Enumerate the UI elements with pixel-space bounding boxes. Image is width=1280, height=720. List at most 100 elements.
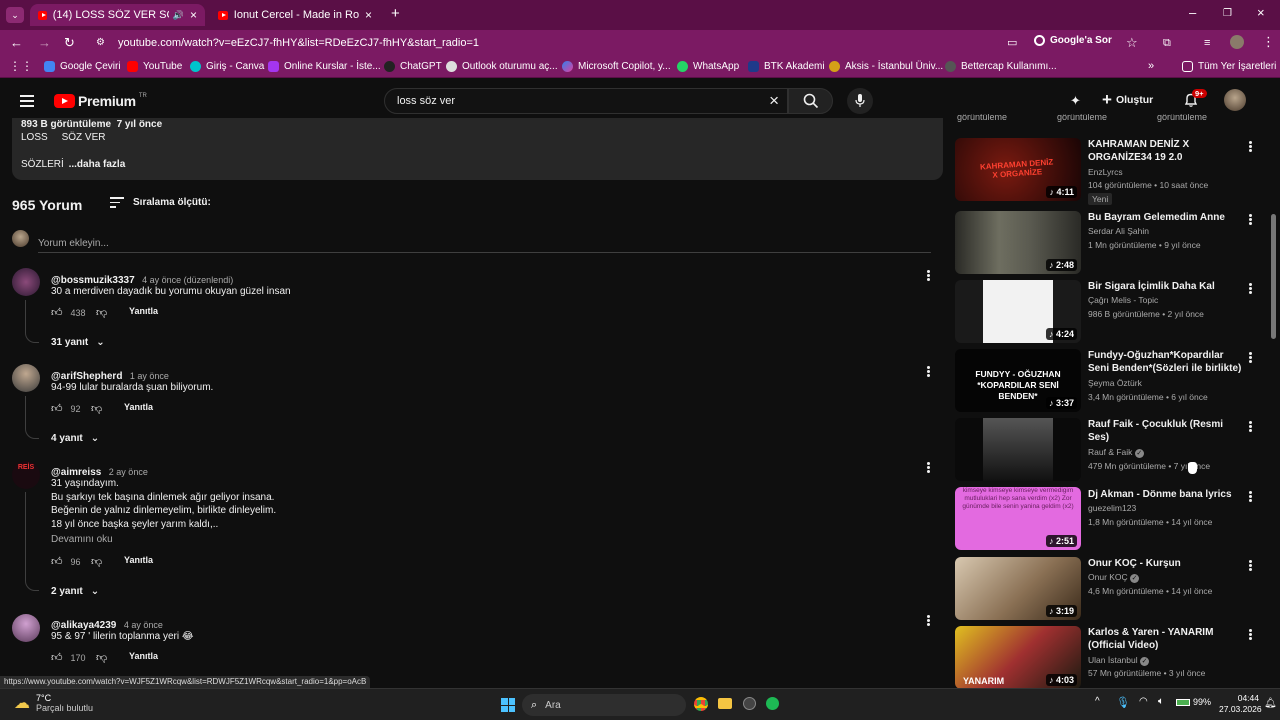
weather-widget[interactable]: ☁ 7°C Parçalı bulutlu xyxy=(14,693,93,713)
video-title[interactable]: Dj Akman - Dönme bana lyrics xyxy=(1088,488,1243,501)
microphone-icon[interactable]: 🎙︎ xyxy=(1116,696,1130,709)
video-more-icon[interactable] xyxy=(1249,282,1253,295)
apps-grid-icon[interactable]: ⋮⋮ xyxy=(9,59,33,73)
account-avatar[interactable] xyxy=(1224,89,1246,111)
video-channel[interactable]: Serdar Ali Şahin xyxy=(1088,226,1149,236)
spotify-icon[interactable] xyxy=(766,697,779,710)
close-tab-icon[interactable]: × xyxy=(365,8,372,22)
video-thumbnail[interactable]: kimseye kimseye kimseye vermedigim mutlu… xyxy=(955,487,1081,550)
bookmark-youtube[interactable]: YouTube xyxy=(127,61,182,72)
bookmark-aksis[interactable]: Aksis - İstanbul Üniv... xyxy=(829,61,943,72)
bookmark-bettercap[interactable]: Bettercap Kullanımı... xyxy=(945,61,1057,72)
reply-button[interactable]: Yanıtla xyxy=(124,402,153,412)
like-button[interactable]: 👍︎ 170 xyxy=(51,651,86,664)
show-hidden-icons[interactable]: ^ xyxy=(1095,696,1100,707)
sort-comments-button[interactable]: Sıralama ölçütü: xyxy=(110,197,211,208)
comment-more-icon[interactable] xyxy=(927,614,931,627)
bookmark-outlook[interactable]: Outlook oturumu aç... xyxy=(446,61,558,72)
dislike-button[interactable]: 👎︎ xyxy=(96,651,107,664)
replies-toggle[interactable]: 4 yanıt ⌄ xyxy=(51,433,99,444)
comment-time[interactable]: 2 ay önce xyxy=(109,467,148,477)
video-channel[interactable]: Şeyma Öztürk xyxy=(1088,378,1142,388)
notifications-button[interactable]: 9+ xyxy=(1183,89,1207,110)
like-button[interactable]: 👍︎ 92 xyxy=(51,402,81,415)
wifi-icon[interactable]: ◠ xyxy=(1139,696,1148,707)
chrome-taskbar-icon[interactable] xyxy=(694,697,708,711)
video-title[interactable]: Fundyy-Oğuzhan*Kopardılar Seni Benden*(S… xyxy=(1088,349,1243,375)
comment-time[interactable]: 4 ay önce xyxy=(124,620,163,630)
taskbar-search[interactable]: ⌕ Ara xyxy=(522,694,686,716)
video-channel[interactable]: Onur KOÇ ✓ xyxy=(1088,572,1140,583)
speaker-icon[interactable]: 🔊 xyxy=(173,10,184,21)
notification-center-icon[interactable]: 🔔︎ xyxy=(1264,698,1277,709)
bookmark-copilot[interactable]: Microsoft Copilot, y... xyxy=(562,61,671,72)
url-field[interactable]: youtube.com/watch?v=eEzCJ7-fhHY&list=RDe… xyxy=(118,37,479,49)
all-bookmarks-folder[interactable]: Tüm Yer İşaretleri xyxy=(1182,61,1276,72)
video-channel[interactable]: Çağrı Melis - Topic xyxy=(1088,295,1158,305)
video-title[interactable]: Bu Bayram Gelemedim Anne xyxy=(1088,211,1243,224)
close-window-icon[interactable]: × xyxy=(1257,6,1265,20)
video-channel[interactable]: guezelim123 xyxy=(1088,503,1136,513)
create-button[interactable]: + Oluştur xyxy=(1102,91,1153,108)
youtube-premium-logo[interactable]: Premium TR xyxy=(54,93,147,109)
tab-loss-soz-ver[interactable]: (14) LOSS SÖZ VER SÖZLERİ 🔊 × xyxy=(30,4,205,26)
clock[interactable]: 04:44 27.03.2026 xyxy=(1219,693,1262,715)
tab-ionut-cercel[interactable]: Ionut Cercel - Made in Romania × xyxy=(210,4,380,26)
video-more-icon[interactable] xyxy=(1249,420,1253,433)
back-icon[interactable]: ← xyxy=(10,36,23,50)
video-channel[interactable]: Ulan İstanbul ✓ xyxy=(1088,655,1149,666)
read-more-link[interactable]: Devamını oku xyxy=(51,534,113,545)
video-thumbnail[interactable]: KAHRAMAN DENİZ X ORGANİZE ♪ 4:11 xyxy=(955,138,1081,201)
extensions-icon[interactable]: ⧉ xyxy=(1163,36,1171,50)
reply-button[interactable]: Yanıtla xyxy=(129,651,158,661)
video-more-icon[interactable] xyxy=(1249,213,1253,226)
close-tab-icon[interactable]: × xyxy=(190,8,197,22)
replies-toggle[interactable]: 2 yanıt ⌄ xyxy=(51,586,99,597)
scrollbar-thumb[interactable] xyxy=(1271,214,1276,339)
volume-icon[interactable]: 🔈︎ xyxy=(1158,696,1164,707)
video-thumbnail[interactable]: FUNDYY - OĞUZHAN *KOPARDILAR SENİ BENDEN… xyxy=(955,349,1081,412)
gemini-icon[interactable]: ✦ xyxy=(1070,93,1086,108)
video-title[interactable]: Bir Sigara İçimlik Daha Kal xyxy=(1088,280,1243,293)
page-scrollbar[interactable] xyxy=(1270,84,1278,684)
start-button[interactable] xyxy=(501,698,515,712)
reply-button[interactable]: Yanıtla xyxy=(124,555,153,565)
dislike-button[interactable]: 👎︎ xyxy=(91,555,102,568)
bookmark-whatsapp[interactable]: WhatsApp xyxy=(677,61,739,72)
video-thumbnail[interactable]: ♪ 4:24 xyxy=(955,280,1081,343)
comment-more-icon[interactable] xyxy=(927,461,931,474)
tab-search-button[interactable]: ⌄ xyxy=(6,7,24,23)
site-settings-icon[interactable]: ⚙ xyxy=(96,36,105,50)
voice-search-button[interactable] xyxy=(847,88,873,114)
search-input[interactable]: loss söz ver × xyxy=(384,88,788,114)
app-icon[interactable] xyxy=(743,697,756,710)
bookmark-online-kurslar[interactable]: Online Kurslar - İste... xyxy=(268,61,381,72)
add-comment-input[interactable]: Yorum ekleyin... xyxy=(38,233,931,253)
browser-menu-icon[interactable]: ⋮ xyxy=(1262,35,1275,49)
dislike-button[interactable]: 👎︎ xyxy=(91,402,102,415)
clear-search-icon[interactable]: × xyxy=(769,91,779,111)
restore-icon[interactable]: ❐ xyxy=(1223,7,1232,21)
more-bookmarks-icon[interactable]: » xyxy=(1148,59,1154,73)
new-tab-icon[interactable]: + xyxy=(391,6,400,21)
comment-more-icon[interactable] xyxy=(927,269,931,282)
avatar[interactable] xyxy=(12,614,40,642)
forward-icon[interactable]: → xyxy=(38,36,51,50)
video-thumbnail[interactable]: ♪ 2:48 xyxy=(955,211,1081,274)
video-more-icon[interactable] xyxy=(1249,490,1253,503)
video-more-icon[interactable] xyxy=(1249,628,1253,641)
bookmark-canva[interactable]: Giriş - Canva xyxy=(190,61,264,72)
minimize-icon[interactable]: – xyxy=(1189,6,1196,20)
avatar[interactable] xyxy=(12,364,40,392)
comment-time[interactable]: 1 ay önce xyxy=(130,371,169,381)
video-channel[interactable]: EnzLyrcs xyxy=(1088,167,1123,177)
video-more-icon[interactable] xyxy=(1249,559,1253,572)
video-title[interactable]: Karlos & Yaren - YANARIM (Official Video… xyxy=(1088,626,1243,652)
bookmark-star-icon[interactable]: ☆ xyxy=(1126,36,1138,50)
bookmark-btk[interactable]: BTK Akademi xyxy=(748,61,825,72)
video-thumbnail[interactable] xyxy=(955,418,1081,481)
media-control-icon[interactable]: ≡ xyxy=(1204,36,1210,50)
video-channel[interactable]: Rauf & Faik ✓ xyxy=(1088,447,1144,458)
avatar[interactable] xyxy=(12,268,40,296)
show-more-link[interactable]: ...daha fazla xyxy=(69,159,126,170)
